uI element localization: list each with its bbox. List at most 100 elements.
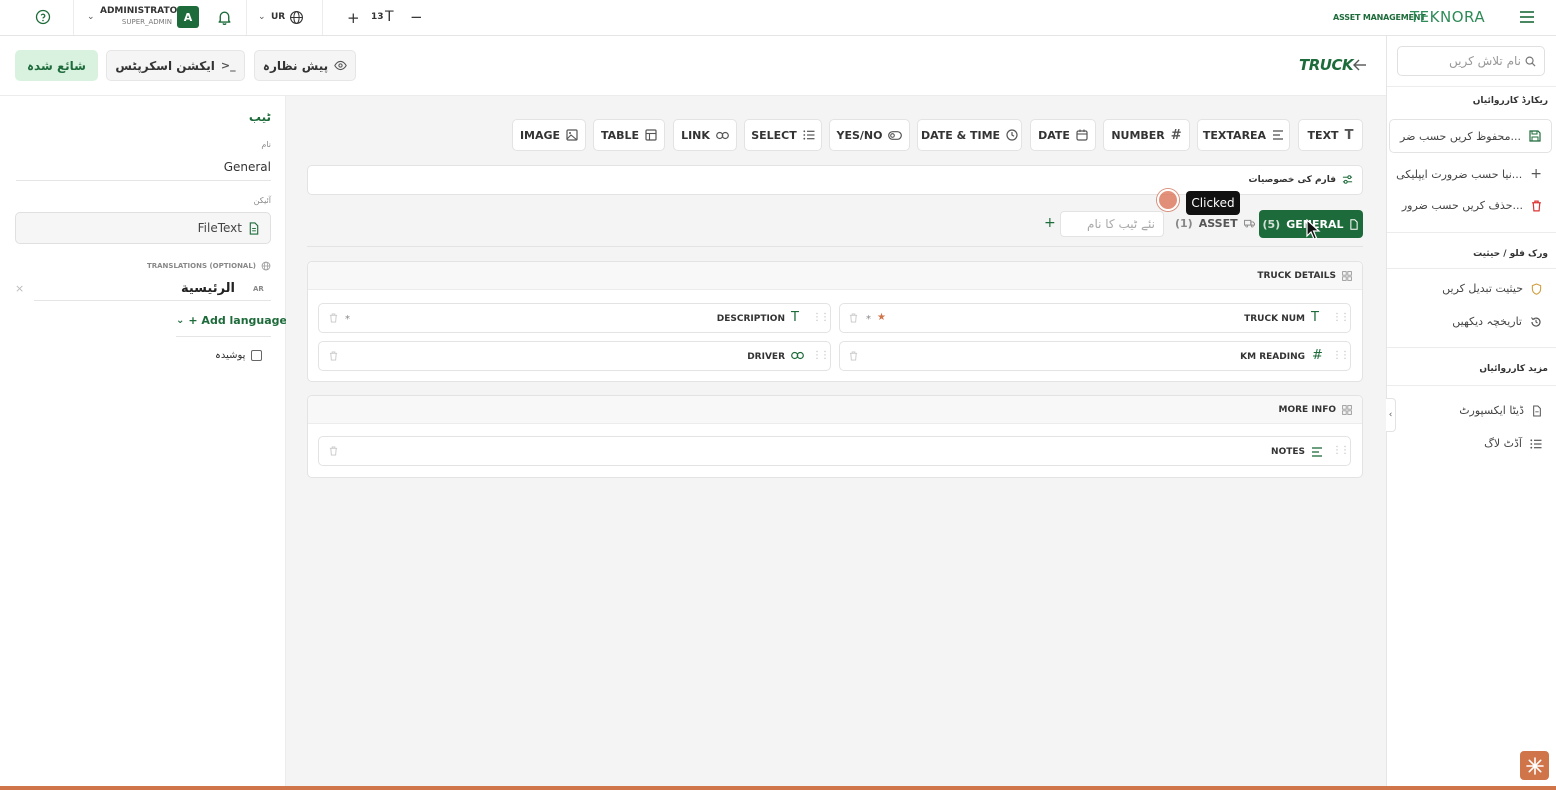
field-type-link[interactable]: LINK [673, 119, 737, 151]
field-type-label: DATE & TIME [920, 128, 1001, 142]
brand-logo[interactable]: TEKNORA [1410, 8, 1485, 26]
click-tooltip: Clicked [1186, 191, 1240, 215]
hidden-label: پوشیدہ [215, 350, 246, 361]
globe-icon [261, 261, 271, 271]
link-icon [716, 131, 729, 140]
drag-handle-icon[interactable]: ⋮⋮ [1332, 350, 1350, 361]
chevron-down-icon[interactable]: ⌄ [258, 12, 266, 22]
translations-label: TRANSLATIONS (OPTIONAL) [146, 262, 256, 270]
save-custom-button[interactable]: محفوظ کریں حسب ضر... [1389, 119, 1552, 153]
text-type-icon: T [1344, 127, 1354, 143]
new-custom-button[interactable]: نیا حسب ضرورت ایپلیکی... + [1389, 166, 1542, 182]
truck-icon [1243, 219, 1255, 228]
trash-icon[interactable] [329, 446, 338, 456]
assistant-sparkle-icon[interactable] [1520, 751, 1549, 780]
remove-translation-icon[interactable]: × [15, 282, 24, 295]
field-name: DRIVER [747, 352, 785, 362]
chevron-down-icon[interactable]: ⌄ [87, 12, 95, 22]
add-tab-button[interactable]: + [1044, 215, 1056, 231]
tab-asset[interactable]: (1) ASSET [1175, 217, 1255, 230]
form-properties-header[interactable]: فارم کی خصوصیات [1200, 174, 1353, 185]
plus-icon: + [1530, 166, 1542, 182]
user-menu[interactable]: ADMINISTRATOR SUPER_ADMIN [100, 6, 184, 27]
field-type-select[interactable]: SELECT [744, 119, 822, 151]
divider [1387, 268, 1556, 269]
translations-header: TRANSLATIONS (OPTIONAL) [100, 261, 271, 271]
mouse-cursor-icon [1306, 219, 1322, 241]
workflow-heading: ورک فلو / حیثیت [1473, 249, 1548, 259]
data-export-button[interactable]: ڈیٹا ایکسپورٹ [1400, 404, 1542, 417]
drag-handle-icon[interactable]: ⋮⋮ [812, 312, 830, 323]
field-type-datetime[interactable]: DATE & TIME [917, 119, 1022, 151]
tab-name-input[interactable]: General [16, 160, 271, 174]
font-increase-button[interactable]: + [347, 9, 360, 27]
trash-icon[interactable] [849, 313, 858, 323]
bell-icon[interactable] [216, 9, 233, 26]
sidebar-search[interactable]: نام تلاش کریں [1397, 46, 1545, 76]
audit-log-label: آڈٹ لاگ [1484, 437, 1522, 450]
tab-count: (5) [1262, 217, 1281, 231]
audit-log-button[interactable]: آڈٹ لاگ [1400, 437, 1542, 450]
field-type-label: SELECT [751, 128, 797, 142]
language-code[interactable]: UR [271, 12, 285, 22]
field-type-label: YES/NO [836, 128, 883, 142]
section-header[interactable]: TRUCK DETAILS [308, 262, 1362, 290]
list-icon [1530, 438, 1542, 449]
new-tab-name-input[interactable]: نئے ٹیب کا نام [1060, 211, 1164, 237]
user-role: SUPER_ADMIN [121, 18, 172, 26]
history-label: تاریخچہ دیکھیں [1452, 315, 1522, 328]
field-type-label: NUMBER [1111, 128, 1165, 142]
add-language-button[interactable]: ⌄ + Add language [176, 314, 287, 327]
sliders-icon [1342, 174, 1353, 185]
field-type-number[interactable]: NUMBER # [1103, 119, 1190, 151]
field-type-text[interactable]: TEXT T [1298, 119, 1363, 151]
required-marker: * [345, 314, 350, 325]
form-properties-label: فارم کی خصوصیات [1248, 174, 1336, 185]
field-type-image[interactable]: IMAGE [512, 119, 586, 151]
icon-picker[interactable]: FileText [15, 212, 271, 244]
divider [1387, 385, 1556, 386]
section-header[interactable]: MORE INFO [308, 396, 1362, 424]
translation-value-input[interactable]: الرئيسية [34, 281, 235, 296]
delete-custom-button[interactable]: حذف کریں حسب ضرور... [1389, 199, 1542, 212]
publish-button[interactable]: شائع شدہ [15, 50, 98, 81]
shield-icon [1531, 282, 1542, 295]
image-icon [566, 129, 578, 141]
hamburger-menu-icon[interactable] [1519, 10, 1535, 24]
file-icon [1532, 405, 1542, 417]
view-history-button[interactable]: تاریخچہ دیکھیں [1389, 315, 1542, 328]
align-left-icon [1311, 447, 1323, 457]
field-type-date[interactable]: DATE [1030, 119, 1096, 151]
file-text-icon [248, 221, 260, 235]
field-type-yesno[interactable]: YES/NO [829, 119, 910, 151]
drag-handle-icon[interactable]: ⋮⋮ [812, 350, 830, 361]
eye-icon [334, 59, 347, 72]
globe-icon[interactable] [289, 10, 304, 25]
hash-icon: # [1312, 348, 1323, 363]
help-icon[interactable] [35, 9, 51, 25]
search-input[interactable]: نام تلاش کریں [1449, 54, 1521, 68]
trash-icon[interactable] [849, 351, 858, 361]
hidden-toggle-row[interactable]: پوشیدہ [215, 350, 263, 361]
trash-icon[interactable] [329, 351, 338, 361]
chevron-down-icon: ⌄ [176, 315, 185, 326]
divider [1387, 86, 1556, 87]
field-type-label: LINK [681, 128, 710, 142]
change-status-button[interactable]: حیثیت تبدیل کریں [1389, 282, 1542, 295]
preview-button[interactable]: پیش نظارہ [254, 50, 356, 81]
back-arrow-icon[interactable] [1352, 57, 1368, 73]
field-type-table[interactable]: TABLE [593, 119, 665, 151]
action-scripts-button[interactable]: ایکشن اسکرپٹس >_ [106, 50, 245, 81]
trash-icon[interactable] [329, 313, 338, 323]
sidebar-collapse-button[interactable]: ‹ [1386, 398, 1396, 432]
field-type-label: TABLE [600, 128, 640, 142]
hidden-checkbox[interactable] [251, 350, 263, 361]
avatar[interactable]: A [177, 6, 199, 28]
font-decrease-button[interactable]: − [410, 8, 423, 26]
field-type-textarea[interactable]: TEXTAREA [1197, 119, 1290, 151]
clock-icon [1006, 129, 1018, 141]
text-type-icon: T [1311, 310, 1319, 325]
drag-handle-icon[interactable]: ⋮⋮ [1332, 312, 1350, 323]
language-code-label: AR [253, 285, 264, 293]
drag-handle-icon[interactable]: ⋮⋮ [1332, 445, 1350, 456]
